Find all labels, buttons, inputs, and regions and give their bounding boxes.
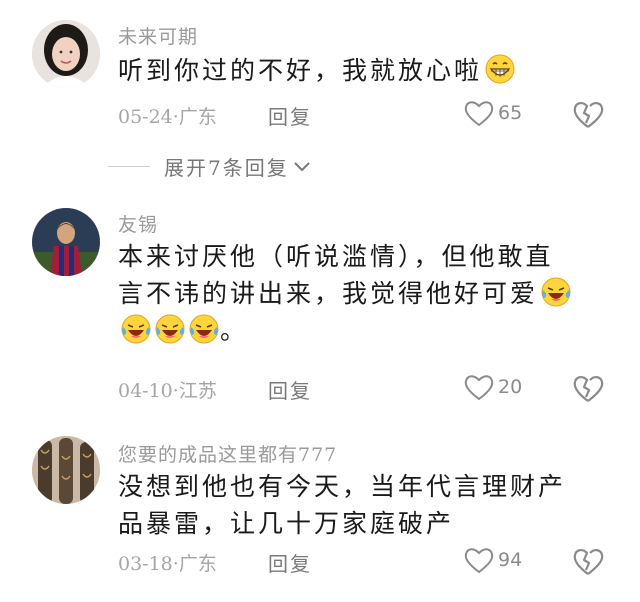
- reply-button[interactable]: 回复: [268, 101, 312, 130]
- laugh-cry-emoji: [540, 276, 572, 308]
- comment-location: 广东: [178, 106, 217, 128]
- comment-text: 没想到他也有今天，当年代言理财产 品暴雷，让几十万家庭破产: [118, 468, 598, 542]
- like-count: 65: [498, 102, 523, 124]
- comment-text-line: 。: [118, 312, 598, 349]
- comment-text-line: 没想到他也有今天，当年代言理财产: [118, 472, 567, 501]
- heart-icon: [464, 548, 494, 574]
- avatar[interactable]: [32, 208, 100, 276]
- laugh-cry-emoji: [120, 313, 152, 345]
- comment-text-line: 言不讳的讲出来，我觉得他好可爱: [118, 275, 598, 312]
- avatar[interactable]: [32, 20, 100, 88]
- like-button[interactable]: 65: [464, 99, 522, 127]
- like-button[interactable]: 94: [464, 546, 522, 574]
- comment-meta: 03-18·广东: [118, 549, 217, 576]
- like-count: 94: [498, 549, 523, 571]
- comment-username[interactable]: 您要的成品这里都有777: [118, 440, 337, 467]
- broken-heart-icon[interactable]: [572, 373, 604, 403]
- broken-heart-icon[interactable]: [572, 546, 604, 576]
- comment-text: 本来讨厌他（听说滥情），但他敢直 言不讳的讲出来，我觉得他好可爱 。: [118, 238, 598, 349]
- like-count: 20: [498, 376, 523, 398]
- comment-text-line: 听到你过的不好，我就放心啦: [118, 56, 483, 85]
- expand-replies-label: 展开7条回复: [164, 156, 289, 180]
- comment-location: 广东: [178, 553, 217, 575]
- heart-icon: [464, 375, 494, 401]
- comment-location: 江苏: [178, 380, 217, 402]
- laugh-cry-emoji: [188, 313, 220, 345]
- reply-button[interactable]: 回复: [268, 548, 312, 577]
- comment-date: 05-24: [118, 106, 173, 128]
- chevron-down-icon: [294, 161, 310, 171]
- reply-button[interactable]: 回复: [268, 375, 312, 404]
- comment-text-line: 品暴雷，让几十万家庭破产: [118, 509, 455, 538]
- avatar[interactable]: [32, 436, 100, 504]
- comment-username[interactable]: 友锡: [118, 210, 158, 237]
- comment-meta: 04-10·江苏: [118, 376, 217, 403]
- expand-replies-button[interactable]: 展开7条回复: [108, 152, 311, 181]
- laugh-cry-emoji: [154, 313, 186, 345]
- comment-text: 听到你过的不好，我就放心啦: [118, 52, 598, 89]
- broken-heart-icon[interactable]: [572, 99, 604, 129]
- comment-text-line: 本来讨厌他（听说滥情），但他敢直: [118, 242, 554, 271]
- heart-icon: [464, 101, 494, 127]
- comment-meta: 05-24·广东: [118, 102, 217, 129]
- like-button[interactable]: 20: [464, 373, 522, 401]
- comment-date: 04-10: [118, 380, 173, 402]
- comment-username[interactable]: 未来可期: [118, 22, 198, 49]
- grin-emoji: [484, 53, 516, 85]
- divider: [108, 166, 150, 167]
- comment-date: 03-18: [118, 553, 173, 575]
